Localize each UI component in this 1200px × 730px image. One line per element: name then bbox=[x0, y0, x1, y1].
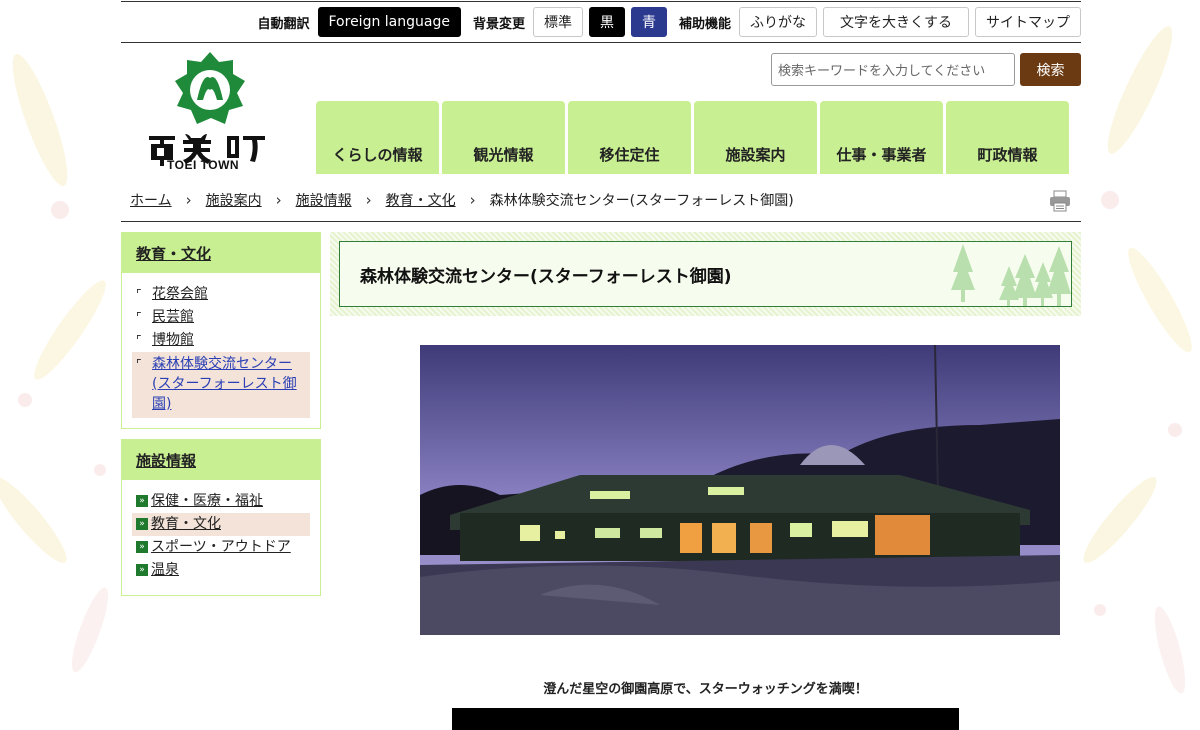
sidebar-item-label[interactable]: 温泉 bbox=[151, 559, 179, 582]
nav-facilities[interactable]: 施設案内 bbox=[694, 101, 817, 174]
breadcrumb-facility-info[interactable]: 施設情報 bbox=[296, 190, 352, 210]
sidebar-item-label[interactable]: 博物館 bbox=[152, 329, 194, 352]
sidebar-education-list: ⌜ 花祭会館 ⌜ 民芸館 ⌜ 博物館 ⌜ 森林体験交流センター(スターフォーレスト御園) bbox=[122, 273, 320, 428]
sidebar-education-title[interactable]: 教育・文化 bbox=[122, 233, 320, 273]
furigana-button[interactable]: ふりがな bbox=[739, 7, 817, 37]
sidebar-item-label[interactable]: 森林体験交流センター(スターフォーレスト御園) bbox=[152, 354, 306, 414]
breadcrumb-current: 森林体験交流センター(スターフォーレスト御園) bbox=[489, 193, 794, 209]
search-input[interactable]: 検索キーワードを入力してください bbox=[771, 53, 1015, 86]
breadcrumb-home[interactable]: ホーム bbox=[130, 190, 172, 210]
chevron-right-icon: › bbox=[469, 191, 476, 209]
sitemap-button[interactable]: サイトマップ bbox=[975, 7, 1081, 37]
nav-business[interactable]: 仕事・事業者 bbox=[820, 101, 943, 174]
sidebar-facility-info: 施設情報 » 保健・医療・福祉 » 教育・文化 » スポーツ・アウトドア » 温泉 bbox=[121, 439, 321, 596]
page-title-banner: 森林体験交流センター(スターフォーレスト御園) bbox=[330, 232, 1081, 316]
sidebar-facility-info-title[interactable]: 施設情報 bbox=[122, 440, 320, 480]
assist-label: 補助機能 bbox=[678, 16, 731, 32]
breadcrumb-facility-guide[interactable]: 施設案内 bbox=[206, 190, 262, 210]
sidebar-item-hanamatsuri-hall[interactable]: ⌜ 花祭会館 bbox=[132, 283, 310, 306]
arrow-right-icon: » bbox=[136, 541, 148, 553]
facility-photo bbox=[420, 345, 1060, 635]
sidebar-item-onsen[interactable]: » 温泉 bbox=[132, 559, 310, 582]
search-button[interactable]: 検索 bbox=[1020, 53, 1081, 86]
top-rule bbox=[121, 1, 1081, 2]
global-nav: くらしの情報 観光情報 移住定住 施設案内 仕事・事業者 町政情報 bbox=[316, 101, 1069, 174]
chevron-right-icon: › bbox=[365, 191, 372, 209]
chevron-right-icon: › bbox=[275, 191, 282, 209]
sidebar-item-folk-craft-hall[interactable]: ⌜ 民芸館 bbox=[132, 306, 310, 329]
page-title-box: 森林体験交流センター(スターフォーレスト御園) bbox=[339, 241, 1072, 307]
bg-blue-button[interactable]: 青 bbox=[630, 7, 667, 37]
logo-subtitle: TOEI TOWN bbox=[167, 158, 240, 172]
list-mark-icon: ⌜ bbox=[136, 310, 142, 324]
sidebar-item-health[interactable]: » 保健・医療・福祉 bbox=[132, 490, 310, 513]
list-mark-icon: ⌜ bbox=[136, 333, 142, 347]
sidebar-item-label[interactable]: 保健・医療・福祉 bbox=[151, 490, 263, 513]
arrow-right-icon: » bbox=[136, 518, 148, 530]
photo-caption: 澄んだ星空の御園高原で、スターウォッチングを満喫！ bbox=[543, 682, 868, 697]
sidebar-item-label[interactable]: スポーツ・アウトドア bbox=[151, 536, 291, 559]
sidebar-education: 教育・文化 ⌜ 花祭会館 ⌜ 民芸館 ⌜ 博物館 ⌜ 森林体験交流センター(スターフォー… bbox=[121, 232, 321, 429]
bg-standard-button[interactable]: 標準 bbox=[532, 7, 583, 37]
utility-bar: 自動翻訳 Foreign language 背景変更 標準 黒 青 補助機能 ふ… bbox=[251, 6, 1081, 38]
page-title: 森林体験交流センター(スターフォーレスト御園) bbox=[360, 266, 732, 287]
content-rule bbox=[121, 221, 1081, 222]
nav-administration[interactable]: 町政情報 bbox=[946, 101, 1069, 174]
nav-relocation[interactable]: 移住定住 bbox=[568, 101, 691, 174]
foreign-language-button[interactable]: Foreign language bbox=[317, 7, 461, 37]
sidebar-item-label[interactable]: 民芸館 bbox=[152, 306, 194, 329]
breadcrumb-education[interactable]: 教育・文化 bbox=[386, 190, 456, 210]
list-mark-icon: ⌜ bbox=[136, 287, 142, 301]
sidebar-item-label[interactable]: 教育・文化 bbox=[151, 513, 221, 536]
sidebar-facility-list: » 保健・医療・福祉 » 教育・文化 » スポーツ・アウトドア » 温泉 bbox=[122, 480, 320, 592]
video-embed[interactable] bbox=[452, 708, 959, 730]
town-emblem-icon bbox=[175, 52, 245, 124]
sidebar-item-education[interactable]: » 教育・文化 bbox=[132, 513, 310, 536]
site-search: 検索キーワードを入力してください 検索 bbox=[771, 53, 1081, 86]
sidebar-item-forest-center[interactable]: ⌜ 森林体験交流センター(スターフォーレスト御園) bbox=[132, 352, 310, 418]
arrow-right-icon: » bbox=[136, 495, 148, 507]
breadcrumb: ホーム › 施設案内 › 施設情報 › 教育・文化 › 森林体験交流センター(ス… bbox=[130, 190, 794, 210]
arrow-right-icon: » bbox=[136, 564, 148, 576]
sidebar-item-museum[interactable]: ⌜ 博物館 bbox=[132, 329, 310, 352]
nav-tourism[interactable]: 観光情報 bbox=[442, 101, 565, 174]
translate-label: 自動翻訳 bbox=[257, 16, 310, 32]
list-mark-icon: ⌜ bbox=[136, 357, 142, 371]
trees-icon bbox=[951, 244, 1071, 306]
enlarge-text-button[interactable]: 文字を大きくする bbox=[823, 7, 969, 37]
sidebar-item-label[interactable]: 花祭会館 bbox=[152, 283, 208, 306]
bg-black-button[interactable]: 黒 bbox=[588, 7, 625, 37]
chevron-right-icon: › bbox=[185, 191, 192, 209]
print-icon[interactable] bbox=[1049, 190, 1071, 212]
header-rule bbox=[121, 42, 1081, 43]
sidebar-item-sports[interactable]: » スポーツ・アウトドア bbox=[132, 536, 310, 559]
nav-living[interactable]: くらしの情報 bbox=[316, 101, 439, 174]
page-container: 自動翻訳 Foreign language 背景変更 標準 黒 青 補助機能 ふ… bbox=[121, 0, 1081, 730]
background-label: 背景変更 bbox=[472, 16, 525, 32]
